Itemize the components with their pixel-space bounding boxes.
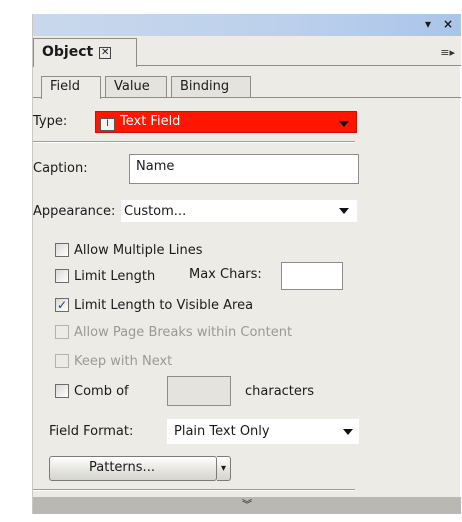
field-format-label: Field Format: xyxy=(49,424,134,439)
tab-object[interactable]: Object ✕ xyxy=(33,38,137,67)
type-value: Text Field xyxy=(120,114,181,129)
appearance-value: Custom... xyxy=(124,204,187,219)
limit-visible-area-checkbox[interactable]: ✓ xyxy=(55,298,69,312)
panel-expand-bar[interactable]: ︾ xyxy=(33,497,461,514)
panel-options-icon[interactable]: ≡▸ xyxy=(440,46,455,59)
limit-visible-area-label: Limit Length to Visible Area xyxy=(74,298,254,313)
comb-chars-input[interactable] xyxy=(167,376,231,406)
tab-close-icon[interactable]: ✕ xyxy=(99,47,112,59)
patterns-dropdown-button[interactable]: ▾ xyxy=(217,456,231,481)
max-chars-input[interactable] xyxy=(281,262,343,290)
allow-page-breaks-checkbox[interactable] xyxy=(55,325,69,339)
patterns-button[interactable]: Patterns... xyxy=(49,456,219,481)
keep-with-next-label: Keep with Next xyxy=(74,354,173,369)
expand-double-chevron-icon: ︾ xyxy=(242,500,252,511)
tab-value[interactable]: Value xyxy=(105,76,167,98)
field-format-dropdown-arrow-icon[interactable] xyxy=(343,429,353,435)
type-select[interactable]: I Text Field xyxy=(95,111,357,133)
characters-label: characters xyxy=(245,384,315,399)
tab-field-label: Field xyxy=(50,79,81,94)
tab-object-label: Object xyxy=(42,44,94,60)
panel-titlebar: ▾ × xyxy=(33,14,461,36)
tab-binding[interactable]: Binding xyxy=(171,76,251,98)
patterns-dropdown-arrow-icon: ▾ xyxy=(220,463,227,474)
limit-length-checkbox[interactable] xyxy=(55,269,69,283)
max-chars-label: Max Chars: xyxy=(189,267,262,282)
panel-menu-icon[interactable]: ▾ xyxy=(425,17,431,31)
keep-with-next-checkbox[interactable] xyxy=(55,354,69,368)
tab-value-label: Value xyxy=(114,79,150,94)
appearance-label: Appearance: xyxy=(33,204,116,219)
subtab-strip: Field Value Binding xyxy=(33,66,461,99)
divider-1 xyxy=(33,141,355,143)
panel-close-icon[interactable]: × xyxy=(443,17,453,31)
appearance-select[interactable]: Custom... xyxy=(121,200,357,222)
caption-value: Name xyxy=(136,159,175,174)
field-format-select[interactable]: Plain Text Only xyxy=(167,419,359,444)
allow-multiple-lines-label: Allow Multiple Lines xyxy=(74,243,203,258)
checkmark-icon: ✓ xyxy=(56,298,68,312)
field-format-value: Plain Text Only xyxy=(174,424,270,439)
object-panel: ▾ × Object ✕ ≡▸ Field Value Binding Type:… xyxy=(32,14,461,514)
tab-binding-label: Binding xyxy=(180,79,230,94)
divider-2 xyxy=(33,489,355,491)
comb-of-label: Comb of xyxy=(74,384,129,399)
caption-input[interactable]: Name xyxy=(129,154,359,184)
type-label: Type: xyxy=(33,114,68,129)
appearance-dropdown-arrow-icon[interactable] xyxy=(339,208,349,214)
limit-length-label: Limit Length xyxy=(74,269,156,284)
comb-of-checkbox[interactable] xyxy=(55,384,69,398)
tab-field[interactable]: Field xyxy=(41,76,101,99)
allow-page-breaks-label: Allow Page Breaks within Content xyxy=(74,325,293,340)
panel-tabstrip: Object ✕ ≡▸ xyxy=(33,36,461,67)
type-dropdown-arrow-icon[interactable] xyxy=(339,121,349,127)
caption-label: Caption: xyxy=(33,161,88,176)
allow-multiple-lines-checkbox[interactable] xyxy=(55,243,69,257)
patterns-button-label: Patterns... xyxy=(89,460,155,475)
text-field-icon: I xyxy=(100,118,115,131)
